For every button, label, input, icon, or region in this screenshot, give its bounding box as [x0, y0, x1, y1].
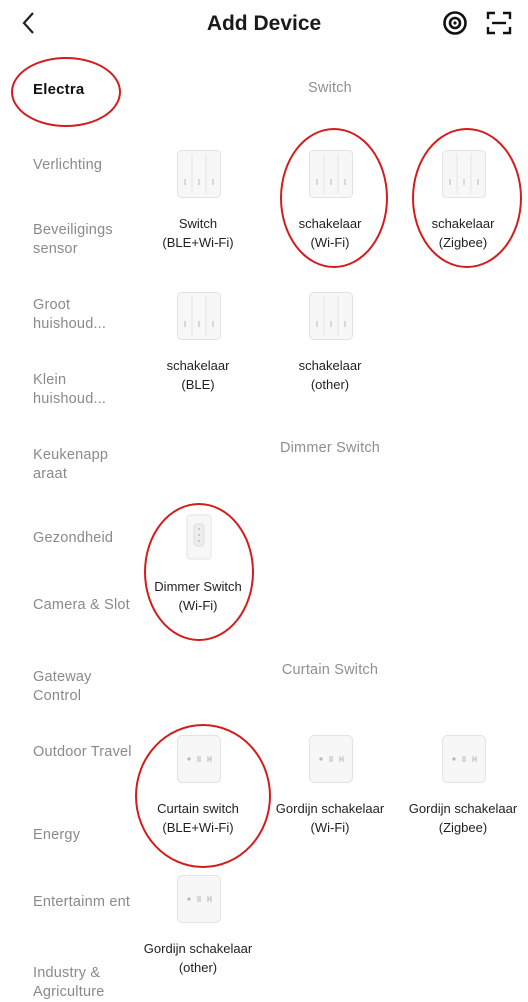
device-label: schakelaar (BLE) — [166, 358, 230, 392]
device-label: Switch (BLE+Wi-Fi) — [162, 216, 234, 250]
dimmer-switch-icon — [177, 513, 221, 561]
device-label: Gordijn schakelaar (Zigbee) — [408, 801, 518, 835]
sidebar-item-gateway-control[interactable]: Gateway Control — [33, 668, 138, 706]
sidebar-item-klein-huishoud[interactable]: Klein huishoud... — [33, 371, 138, 409]
switch-panel-icon — [309, 150, 353, 198]
curtain-switch-icon — [442, 735, 486, 783]
sidebar-item-label: Industry & Agriculture — [33, 965, 105, 1000]
sidebar-item-industry-agriculture[interactable]: Industry & Agriculture — [33, 964, 138, 1002]
sidebar-item-label: Energy — [33, 827, 81, 843]
sidebar-item-electra[interactable]: Electra — [33, 80, 138, 99]
device-label: Gordijn schakelaar (Wi-Fi) — [275, 801, 385, 835]
sidebar-item-label: Gateway Control — [33, 669, 92, 704]
sidebar-item-gezondheid[interactable]: Gezondheid — [33, 529, 138, 548]
sidebar-item-energy[interactable]: Energy — [33, 826, 138, 845]
sidebar-item-entertainment[interactable]: Entertainm ent — [33, 893, 138, 912]
sidebar-item-verlichting[interactable]: Verlichting — [33, 156, 138, 175]
scan-nearby-icon[interactable] — [441, 9, 469, 37]
sidebar-item-label: Outdoor Travel — [33, 744, 132, 760]
switch-panel-icon — [177, 292, 221, 340]
sidebar-item-label: Groot huishoud... — [33, 297, 107, 332]
curtain-switch-icon — [309, 735, 353, 783]
sidebar-item-keukenapparaat[interactable]: Keukenapp araat — [33, 446, 138, 484]
device-label: schakelaar (other) — [298, 358, 362, 392]
sidebar-item-label: Gezondheid — [33, 530, 114, 546]
sidebar-item-label: Klein huishoud... — [33, 372, 107, 407]
device-label: Curtain switch (BLE+Wi-Fi) — [157, 801, 239, 835]
device-label: schakelaar (Wi-Fi) — [298, 216, 362, 250]
section-title-switch: Switch — [308, 80, 352, 96]
sidebar-item-outdoor-travel[interactable]: Outdoor Travel — [33, 743, 138, 762]
section-title-dimmer-switch: Dimmer Switch — [279, 440, 381, 456]
device-label: Dimmer Switch (Wi-Fi) — [154, 579, 242, 613]
switch-panel-icon — [177, 150, 221, 198]
sidebar-item-beveiligings-sensor[interactable]: Beveiligings sensor — [33, 221, 138, 259]
section-title-curtain-switch: Curtain Switch — [281, 662, 379, 678]
device-label: schakelaar (Zigbee) — [431, 216, 495, 250]
curtain-switch-icon — [177, 735, 221, 783]
header-bar: Add Device — [0, 0, 528, 50]
curtain-switch-icon — [177, 875, 221, 923]
sidebar-item-label: Keukenapp araat — [33, 447, 109, 482]
sidebar-item-label: Verlichting — [33, 157, 103, 173]
sidebar-item-groot-huishoud[interactable]: Groot huishoud... — [33, 296, 138, 334]
sidebar-item-camera-slot[interactable]: Camera & Slot — [33, 596, 138, 615]
device-label: Gordijn schakelaar (other) — [143, 941, 253, 975]
switch-panel-icon — [442, 150, 486, 198]
qr-scan-icon[interactable] — [485, 9, 513, 37]
switch-panel-icon — [309, 292, 353, 340]
sidebar-item-label: Beveiligings sensor — [33, 222, 113, 257]
sidebar-item-label: Electra — [33, 81, 85, 98]
sidebar-item-label: Entertainm ent — [33, 894, 131, 910]
sidebar-item-label: Camera & Slot — [33, 597, 130, 613]
